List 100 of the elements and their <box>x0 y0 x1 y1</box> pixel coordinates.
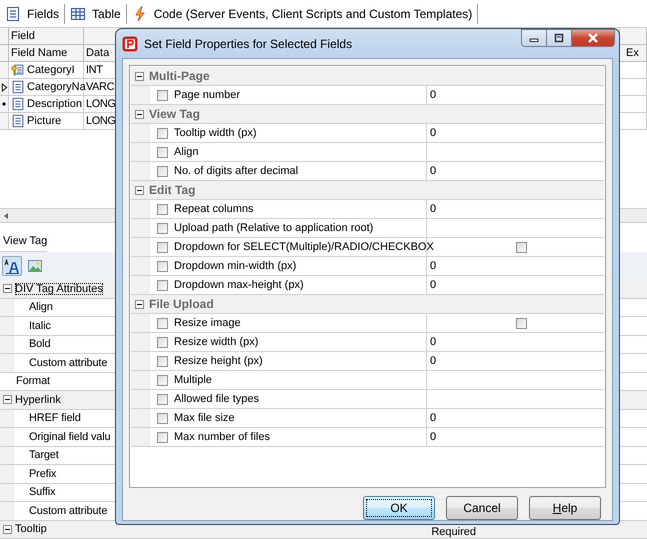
property-name: Resize height (px) <box>174 355 263 367</box>
categorized-button[interactable] <box>2 256 22 276</box>
column-header[interactable]: Ex <box>620 45 647 62</box>
column-header[interactable]: Field Name <box>9 45 84 62</box>
row-gutter <box>131 352 150 370</box>
column-header[interactable] <box>620 28 647 45</box>
row-gutter <box>131 238 150 256</box>
panel-title: View Tag <box>3 235 48 247</box>
font-icon <box>4 258 20 274</box>
row-gutter <box>131 124 150 142</box>
row-header[interactable] <box>0 96 9 113</box>
checkbox[interactable] <box>157 90 168 100</box>
checkbox[interactable] <box>157 260 168 272</box>
toolbar-tab[interactable]: Fields <box>0 4 66 24</box>
property-value[interactable]: 0 <box>430 127 436 139</box>
checkbox[interactable] <box>157 128 168 138</box>
property-value[interactable]: 0 <box>430 203 436 215</box>
current-row-icon <box>0 82 8 92</box>
property-value[interactable]: 0 <box>430 279 436 291</box>
table-cell: Picture <box>27 115 62 127</box>
section-header[interactable]: File Upload <box>131 295 604 314</box>
checkbox[interactable] <box>157 432 168 442</box>
row-gutter <box>131 276 150 294</box>
section-header[interactable]: Multi-Page <box>131 67 604 86</box>
image-icon <box>27 258 43 274</box>
property-name: Resize image <box>174 317 241 329</box>
row-gutter <box>131 200 150 218</box>
toolbar-tab[interactable]: Code (Server Events, Client Scripts and Custom Templates) <box>126 4 478 24</box>
category-title: DIV Tag Attributes <box>15 282 103 295</box>
property-name: Dropdown max-height (px) <box>174 279 304 291</box>
property-name: Align <box>174 146 198 158</box>
property-name: Max file size <box>174 412 235 424</box>
property-value[interactable]: 0 <box>430 355 436 367</box>
checkbox[interactable] <box>157 374 168 386</box>
dialog-button[interactable]: Cancel <box>446 496 518 520</box>
row-gutter <box>131 162 150 180</box>
checkbox[interactable] <box>157 336 168 348</box>
category-title: Tooltip <box>15 523 47 536</box>
property-name: Max number of files <box>174 431 270 443</box>
table-cell: CategoryI <box>27 64 75 76</box>
checkbox[interactable] <box>157 356 168 366</box>
section-title: Edit Tag <box>149 183 196 197</box>
property-value[interactable]: 0 <box>430 412 436 424</box>
table-cell: CategoryNa <box>27 81 86 93</box>
property-value: Required <box>431 526 476 538</box>
property-name: Multiple <box>174 374 212 386</box>
row-gutter <box>131 86 150 104</box>
checkbox[interactable] <box>157 412 168 424</box>
close-button[interactable] <box>572 29 615 47</box>
collapse-icon <box>3 395 12 404</box>
section-title: Multi-Page <box>149 69 210 83</box>
checkbox[interactable] <box>157 204 168 214</box>
checkbox[interactable] <box>157 280 168 290</box>
section-title: File Upload <box>149 297 214 311</box>
property-name: No. of digits after decimal <box>174 165 298 177</box>
maximize-icon <box>553 33 565 43</box>
maximize-button[interactable] <box>547 29 572 47</box>
row-gutter <box>131 409 150 427</box>
property-name: Dropdown min-width (px) <box>174 260 296 272</box>
list-icon <box>5 6 21 22</box>
property-name: Upload path (Relative to application root) <box>174 222 374 234</box>
row-gutter <box>131 333 150 351</box>
dialog-button[interactable]: Help <box>529 496 601 520</box>
checkbox[interactable] <box>157 242 168 252</box>
property-name: Dropdown for SELECT(Multiple)/RADIO/CHECKBOX <box>174 241 434 253</box>
checkbox[interactable] <box>157 146 168 158</box>
close-icon <box>587 33 599 43</box>
value-checkbox[interactable] <box>516 242 527 252</box>
property-value[interactable]: 0 <box>430 336 436 348</box>
dialog-button[interactable]: OK <box>363 496 435 520</box>
property-name: Tooltip width (px) <box>174 127 257 139</box>
row-gutter <box>131 257 150 275</box>
row-gutter <box>131 314 150 332</box>
property-value[interactable]: 0 <box>430 431 436 443</box>
row-gutter <box>131 219 150 237</box>
section-header[interactable]: View Tag <box>131 105 604 124</box>
checkbox[interactable] <box>157 166 168 176</box>
table-icon <box>70 6 86 22</box>
property-name: Resize width (px) <box>174 336 258 348</box>
row-gutter <box>131 371 150 389</box>
row-gutter <box>131 390 150 408</box>
category-title: Hyperlink <box>15 394 61 406</box>
property-value[interactable]: 0 <box>430 165 436 177</box>
column-group-header: Field <box>9 28 84 45</box>
property-name: Repeat columns <box>174 203 254 215</box>
minimize-button[interactable] <box>521 29 547 47</box>
table-cell: Description <box>27 98 82 110</box>
row-gutter <box>131 428 150 446</box>
property-value[interactable]: 0 <box>430 260 436 272</box>
checkbox[interactable] <box>157 394 168 404</box>
toolbar-tab[interactable]: Table <box>65 4 127 24</box>
checkbox[interactable] <box>157 222 168 234</box>
row-gutter <box>131 143 150 161</box>
row-header <box>0 45 9 62</box>
property-name: Allowed file types <box>174 393 259 405</box>
section-header[interactable]: Edit Tag <box>131 181 604 200</box>
checkbox[interactable] <box>157 318 168 328</box>
row-header[interactable] <box>0 79 9 96</box>
value-checkbox[interactable] <box>516 318 527 328</box>
collapse-icon <box>3 284 12 294</box>
